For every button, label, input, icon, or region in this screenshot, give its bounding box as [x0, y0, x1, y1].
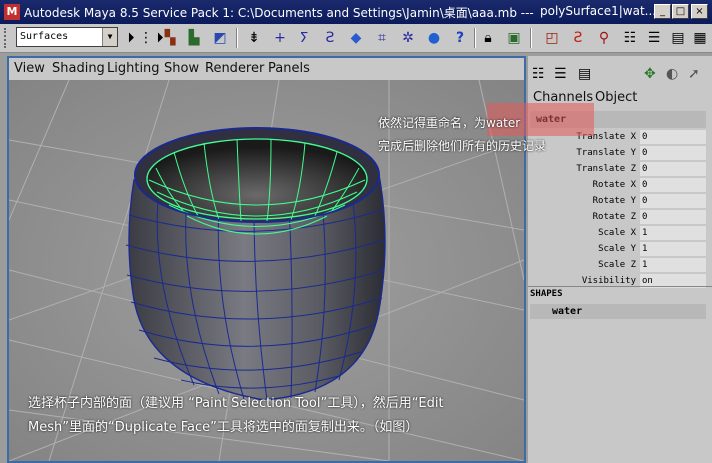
chevron-down-icon[interactable]: ▼: [102, 28, 117, 46]
window-title-object: polySurface1|wat...: [540, 4, 657, 18]
annotation-instruction-line2: Mesh”里面的“Duplicate Face”工具将选中的面复制出来。（如图）: [28, 420, 419, 435]
menu-lighting[interactable]: Lighting: [107, 61, 160, 76]
menu-shading[interactable]: Shading: [52, 61, 105, 76]
annotation-rename: 依然记得重命名，为water: [378, 116, 521, 130]
snap-view-plane-icon[interactable]: ⌗: [372, 28, 392, 48]
menu-set-value: Surfaces: [20, 31, 69, 42]
menu-panels[interactable]: Panels: [268, 61, 310, 76]
selection-mask-icon[interactable]: ▣: [504, 28, 524, 48]
select-object-icon[interactable]: ▙: [184, 28, 204, 48]
attr-row[interactable]: Rotate X0: [530, 177, 706, 193]
snap-curve-icon[interactable]: ⵢ: [294, 28, 314, 48]
shape-node-name[interactable]: water: [530, 304, 706, 319]
status-line-toolbar: Surfaces ▼ ⏵ ⋮ ⏵ ▚ ▙ ◩ ⇟ + ⵢ Ƨ ◆ ⌗ ✲ ● ?…: [0, 24, 712, 53]
attribute-list-icon[interactable]: ☰: [554, 66, 567, 82]
attr-row[interactable]: Rotate Z0: [530, 209, 706, 225]
help-icon[interactable]: ?: [450, 28, 470, 48]
attr-row[interactable]: Translate Z0: [530, 161, 706, 177]
layer-editor-icon[interactable]: ▦: [690, 28, 710, 48]
attr-row[interactable]: Scale Y1: [530, 241, 706, 257]
menu-set-select[interactable]: Surfaces ▼: [16, 27, 118, 47]
window-title-bar: M Autodesk Maya 8.5 Service Pack 1: C:\D…: [0, 0, 712, 24]
channel-box-toggle-icon[interactable]: ▤: [668, 28, 688, 48]
toolbar-separator: [236, 28, 238, 48]
maya-app-icon[interactable]: M: [4, 4, 20, 20]
make-live-icon[interactable]: ✲: [398, 28, 418, 48]
channel-box-layout-icon[interactable]: ☷: [532, 66, 545, 82]
attr-row[interactable]: Translate Y0: [530, 145, 706, 161]
snap-curve2-icon[interactable]: Ƨ: [320, 28, 340, 48]
lock-icon[interactable]: 🔒︎: [478, 28, 498, 48]
snap-surface-icon[interactable]: ◆: [346, 28, 366, 48]
render-sphere-icon[interactable]: ●: [424, 28, 444, 48]
ipr-render-icon[interactable]: Ƨ: [568, 28, 588, 48]
toolbar-separator: [474, 28, 476, 48]
toolbar-separator: [530, 28, 532, 48]
render-settings-icon[interactable]: ⚲: [594, 28, 614, 48]
maximize-button[interactable]: □: [672, 4, 689, 19]
attr-row[interactable]: Rotate Y0: [530, 193, 706, 209]
attr-row[interactable]: Scale X1: [530, 225, 706, 241]
snap-toggle-icon[interactable]: ⇟: [244, 28, 264, 48]
annotation-delete-history: 完成后删除他们所有的历史记录: [378, 139, 547, 153]
render-current-frame-icon[interactable]: ◰: [542, 28, 562, 48]
axis-manip-icon[interactable]: ✥: [644, 66, 656, 82]
menu-renderer[interactable]: Renderer: [205, 61, 264, 76]
toolbar-grip-icon[interactable]: [4, 28, 12, 48]
panel-menu-bar: View Shading Lighting Show Renderer Pane…: [9, 58, 524, 80]
shade-ball-icon[interactable]: ◐: [666, 66, 678, 82]
tab-object[interactable]: Object: [595, 90, 637, 105]
window-title: Autodesk Maya 8.5 Service Pack 1: C:\Doc…: [24, 6, 534, 20]
divider: [528, 286, 712, 287]
close-button[interactable]: ×: [691, 4, 708, 19]
tool-settings-icon[interactable]: ☰: [644, 28, 664, 48]
menu-show[interactable]: Show: [164, 61, 199, 76]
attribute-editor-icon[interactable]: ☷: [620, 28, 640, 48]
snap-grid-icon[interactable]: +: [270, 28, 290, 48]
attr-row[interactable]: Scale Z1: [530, 257, 706, 273]
arrow-tool-icon[interactable]: ➚: [688, 66, 700, 82]
select-hierarchy-icon[interactable]: ▚: [160, 28, 180, 48]
annotation-instruction-line1: 选择杯子内部的面（建议用 “Paint Selection Tool”工具），然…: [28, 396, 444, 411]
shapes-header: SHAPES: [530, 289, 563, 299]
menu-view[interactable]: View: [14, 61, 45, 76]
minimize-button[interactable]: _: [654, 4, 671, 19]
channel-grid-icon[interactable]: ▤: [578, 66, 591, 82]
select-component-icon[interactable]: ◩: [210, 28, 230, 48]
